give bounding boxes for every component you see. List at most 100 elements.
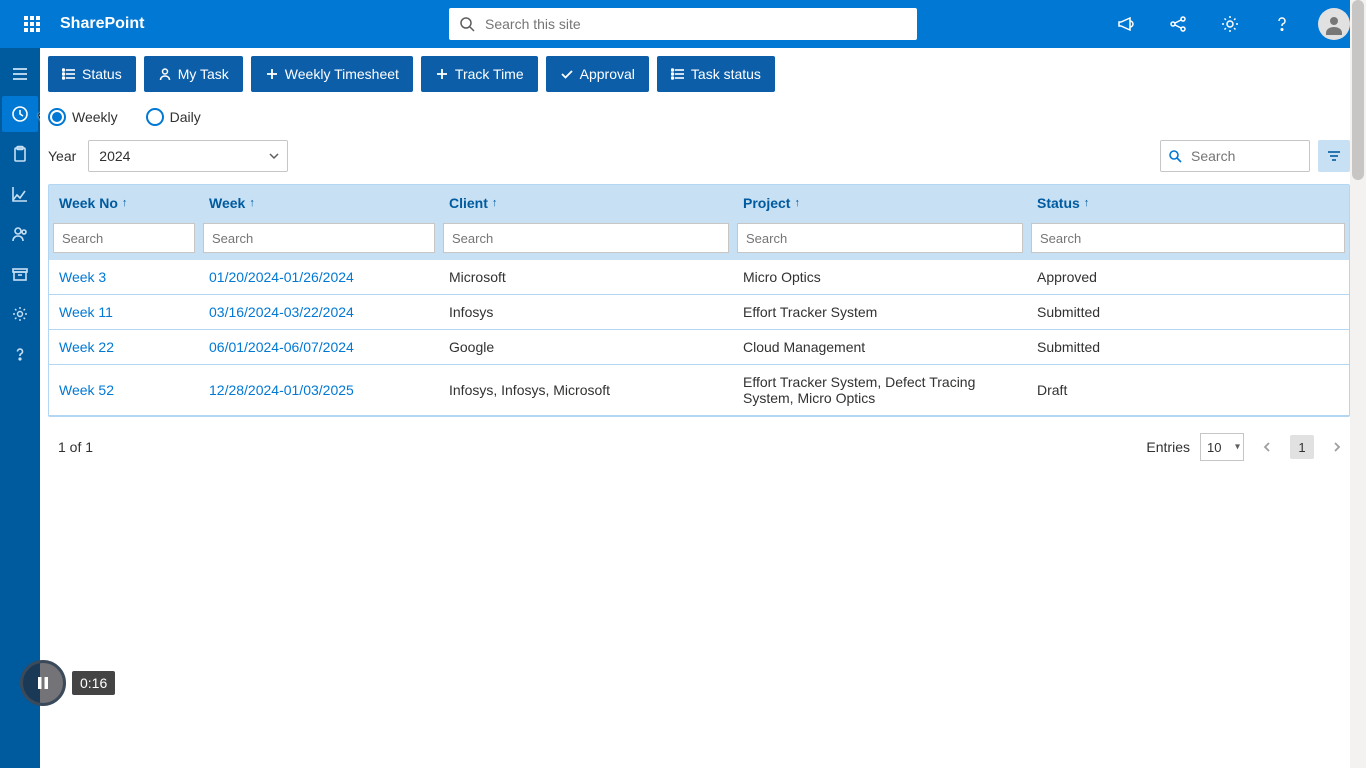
table-row[interactable]: Week 301/20/2024-01/26/2024MicrosoftMicr… xyxy=(49,260,1349,295)
cell-project: Micro Optics xyxy=(733,260,1027,294)
list-icon xyxy=(62,67,76,81)
data-grid: Week No↑ Week↑ Client↑ Project↑ Status↑ … xyxy=(48,184,1350,417)
share-icon[interactable] xyxy=(1154,0,1202,48)
video-overlay: 0:16 xyxy=(20,660,115,706)
cell-client: Google xyxy=(439,330,733,364)
cell-project: Cloud Management xyxy=(733,330,1027,364)
weekly-timesheet-button[interactable]: Weekly Timesheet xyxy=(251,56,413,92)
task-status-label: Task status xyxy=(691,66,761,82)
table-row[interactable]: Week 5212/28/2024-01/03/2025Infosys, Inf… xyxy=(49,365,1349,416)
filter-client[interactable] xyxy=(443,223,729,253)
status-button[interactable]: Status xyxy=(48,56,136,92)
search-icon xyxy=(1168,149,1182,163)
radio-off-icon xyxy=(146,108,164,126)
nav-settings-icon[interactable] xyxy=(2,296,38,332)
cell-status: Submitted xyxy=(1027,330,1349,364)
sort-up-icon: ↑ xyxy=(492,197,498,209)
year-label: Year xyxy=(48,148,76,164)
nav-archive-icon[interactable] xyxy=(2,256,38,292)
my-task-label: My Task xyxy=(178,66,229,82)
cell-project: Effort Tracker System, Defect Tracing Sy… xyxy=(733,365,1027,415)
view-weekly-radio[interactable]: Weekly xyxy=(48,108,118,126)
check-icon xyxy=(560,67,574,81)
weekly-label: Weekly xyxy=(72,109,118,125)
entries-value: 10 xyxy=(1200,433,1244,461)
cell-client: Infosys xyxy=(439,295,733,329)
filter-week[interactable] xyxy=(203,223,435,253)
track-time-label: Track Time xyxy=(455,66,524,82)
sort-up-icon: ↑ xyxy=(1084,197,1090,209)
approval-label: Approval xyxy=(580,66,635,82)
col-week[interactable]: Week↑ xyxy=(199,185,439,221)
person-icon xyxy=(158,67,172,81)
my-task-button[interactable]: My Task xyxy=(144,56,243,92)
cell-week-no[interactable]: Week 22 xyxy=(49,330,199,364)
sort-up-icon: ↑ xyxy=(794,197,800,209)
filter-icon xyxy=(1326,148,1342,164)
sort-up-icon: ↑ xyxy=(122,197,128,209)
track-time-button[interactable]: Track Time xyxy=(421,56,538,92)
list-icon xyxy=(671,67,685,81)
cell-status: Submitted xyxy=(1027,295,1349,329)
year-value: 2024 xyxy=(88,140,288,172)
col-project[interactable]: Project↑ xyxy=(733,185,1027,221)
waffle-icon xyxy=(24,16,40,32)
table-search-input[interactable] xyxy=(1160,140,1310,172)
action-toolbar: Status My Task Weekly Timesheet Track Ti… xyxy=(48,56,1350,92)
filter-status[interactable] xyxy=(1031,223,1345,253)
plus-icon xyxy=(265,67,279,81)
user-avatar[interactable] xyxy=(1318,8,1350,40)
status-label: Status xyxy=(82,66,122,82)
approval-button[interactable]: Approval xyxy=(546,56,649,92)
global-search-input[interactable] xyxy=(449,8,917,40)
brand-title: SharePoint xyxy=(60,15,144,33)
page-next[interactable] xyxy=(1324,434,1350,460)
cell-week-no[interactable]: Week 11 xyxy=(49,295,199,329)
sort-up-icon: ↑ xyxy=(249,197,255,209)
scrollbar[interactable] xyxy=(1350,0,1366,768)
nav-help-icon[interactable] xyxy=(2,336,38,372)
video-time: 0:16 xyxy=(72,671,115,695)
cell-week[interactable]: 06/01/2024-06/07/2024 xyxy=(199,330,439,364)
radio-on-icon xyxy=(48,108,66,126)
filter-project[interactable] xyxy=(737,223,1023,253)
page-prev[interactable] xyxy=(1254,434,1280,460)
table-row[interactable]: Week 2206/01/2024-06/07/2024GoogleCloud … xyxy=(49,330,1349,365)
pause-button[interactable] xyxy=(20,660,66,706)
cell-client: Microsoft xyxy=(439,260,733,294)
task-status-button[interactable]: Task status xyxy=(657,56,775,92)
scrollbar-thumb[interactable] xyxy=(1352,0,1364,180)
page-current[interactable]: 1 xyxy=(1290,435,1314,459)
weekly-timesheet-label: Weekly Timesheet xyxy=(285,66,399,82)
nav-chart-icon[interactable] xyxy=(2,176,38,212)
cell-project: Effort Tracker System xyxy=(733,295,1027,329)
plus-icon xyxy=(435,67,449,81)
pager-info: 1 of 1 xyxy=(58,439,93,455)
cell-week-no[interactable]: Week 52 xyxy=(49,373,199,407)
col-client[interactable]: Client↑ xyxy=(439,185,733,221)
table-row[interactable]: Week 1103/16/2024-03/22/2024InfosysEffor… xyxy=(49,295,1349,330)
cell-client: Infosys, Infosys, Microsoft xyxy=(439,373,733,407)
cell-week[interactable]: 12/28/2024-01/03/2025 xyxy=(199,373,439,407)
col-status[interactable]: Status↑ xyxy=(1027,185,1349,221)
filter-button[interactable] xyxy=(1318,140,1350,172)
cell-week[interactable]: 01/20/2024-01/26/2024 xyxy=(199,260,439,294)
entries-select[interactable]: 10 ▾ xyxy=(1200,433,1244,461)
nav-clipboard-icon[interactable] xyxy=(2,136,38,172)
nav-timesheet-icon[interactable] xyxy=(2,96,38,132)
col-week-no[interactable]: Week No↑ xyxy=(49,185,199,221)
help-icon[interactable] xyxy=(1258,0,1306,48)
entries-label: Entries xyxy=(1146,439,1190,455)
cell-week[interactable]: 03/16/2024-03/22/2024 xyxy=(199,295,439,329)
cell-status: Draft xyxy=(1027,373,1349,407)
view-daily-radio[interactable]: Daily xyxy=(146,108,201,126)
filter-week-no[interactable] xyxy=(53,223,195,253)
megaphone-icon[interactable] xyxy=(1102,0,1150,48)
hamburger-icon[interactable] xyxy=(2,56,38,92)
settings-icon[interactable] xyxy=(1206,0,1254,48)
cell-week-no[interactable]: Week 3 xyxy=(49,260,199,294)
year-select[interactable]: 2024 xyxy=(88,140,288,172)
search-icon xyxy=(459,16,475,32)
app-launcher[interactable] xyxy=(8,0,56,48)
nav-users-icon[interactable] xyxy=(2,216,38,252)
